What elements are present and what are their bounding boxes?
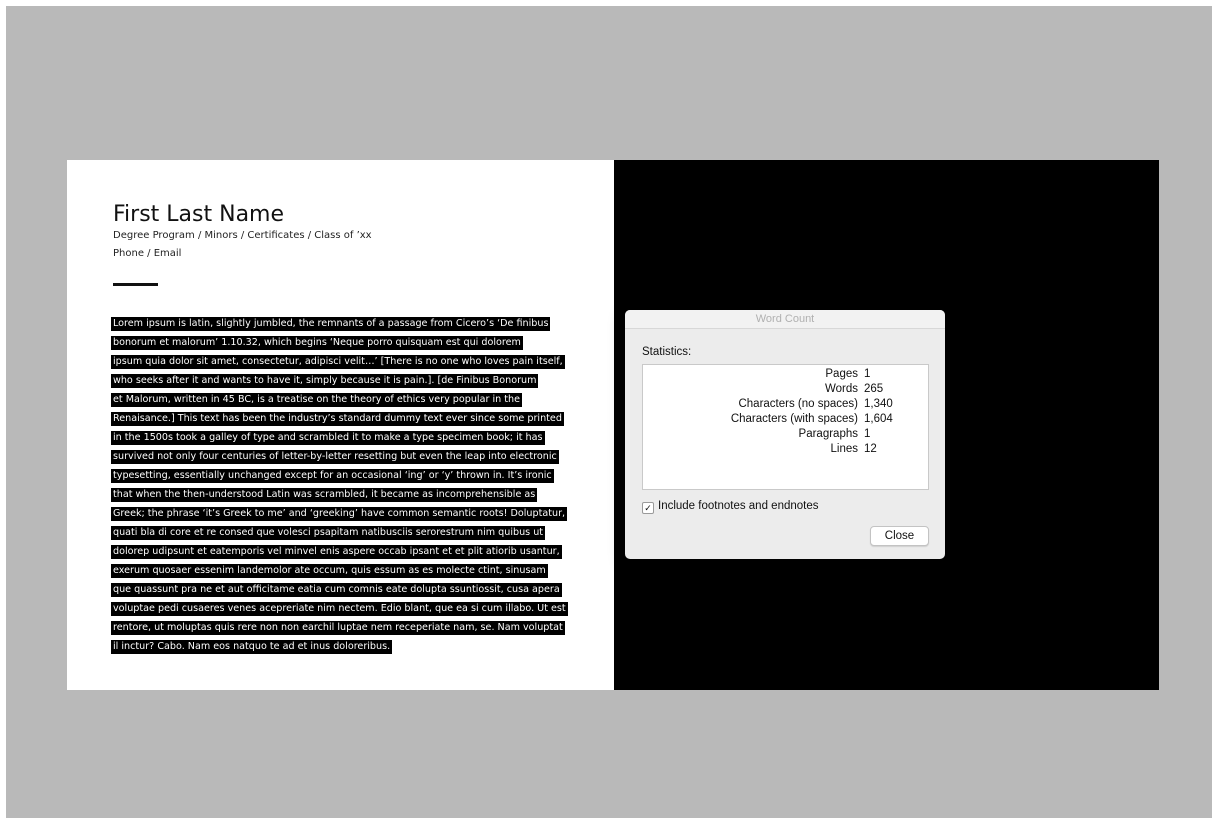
text-line: il inctur? Cabo. Nam eos natquo te ad et…: [111, 640, 393, 654]
text-line: that when the then-understood Latin was …: [111, 488, 538, 502]
text-line: who seeks after it and wants to have it,…: [111, 374, 539, 388]
close-button[interactable]: Close: [870, 526, 929, 546]
stat-value: 12: [864, 443, 877, 455]
stat-row-lines: Lines 12: [643, 443, 928, 458]
resume-name: First Last Name: [113, 202, 285, 227]
text-line: rentore, ut moluptas quis rere non non e…: [111, 621, 565, 635]
stat-label: Pages: [825, 368, 858, 380]
document-page[interactable]: First Last Name Degree Program / Minors …: [67, 160, 614, 690]
text-line: bonorum et malorum’ 1.10.32, which begin…: [111, 336, 523, 350]
selected-body-text[interactable]: Lorem ipsum is latin, slightly jumbled, …: [111, 312, 581, 654]
text-line: Renaisance.] This text has been the indu…: [111, 412, 564, 426]
stat-row-characters-no-spaces: Characters (no spaces) 1,340: [643, 398, 928, 413]
word-count-dialog: Word Count Statistics: Pages 1 Words 265…: [625, 310, 945, 559]
text-line: et Malorum, written in 45 BC, is a treat…: [111, 393, 523, 407]
text-line: typesetting, essentially unchanged excep…: [111, 469, 554, 483]
divider-rule: [113, 283, 158, 286]
text-line: quati bla di core et re consed que voles…: [111, 526, 546, 540]
statistics-label: Statistics:: [642, 346, 692, 358]
text-line: in the 1500s took a galley of type and s…: [111, 431, 545, 445]
text-line: Greek; the phrase ‘it’s Greek to me’ and…: [111, 507, 568, 521]
frame-right-border: [1212, 0, 1217, 825]
text-line: exerum quosaer essenim landemolor ate oc…: [111, 564, 548, 578]
stat-label: Words: [824, 383, 858, 395]
stat-row-pages: Pages 1: [643, 368, 928, 383]
stat-row-paragraphs: Paragraphs 1: [643, 428, 928, 443]
stat-value: 1: [864, 368, 871, 380]
text-line: que quassunt pra ne et aut officitame ea…: [111, 583, 562, 597]
include-footnotes-label[interactable]: Include footnotes and endnotes: [658, 500, 819, 512]
dialog-title: Word Count: [625, 310, 945, 329]
statistics-box: Pages 1 Words 265 Characters (no spaces)…: [642, 364, 929, 490]
resume-contact: Phone / Email: [113, 248, 182, 259]
resume-subtitle: Degree Program / Minors / Certificates /…: [113, 230, 372, 241]
stat-value: 1: [864, 428, 871, 440]
frame-left-border: [0, 0, 6, 825]
stat-value: 1,604: [864, 413, 893, 425]
stat-row-words: Words 265: [643, 383, 928, 398]
stat-row-characters-with-spaces: Characters (with spaces) 1,604: [643, 413, 928, 428]
stat-label: Characters (with spaces): [730, 413, 858, 425]
stat-value: 265: [864, 383, 884, 395]
text-line: dolorep udipsunt et eatemporis vel minve…: [111, 545, 562, 559]
frame-bottom-border: [0, 818, 1217, 825]
text-line: Lorem ipsum is latin, slightly jumbled, …: [111, 317, 551, 331]
stat-label: Characters (no spaces): [738, 398, 858, 410]
frame-top-border: [0, 0, 1217, 6]
text-line: ipsum quia dolor sit amet, consectetur, …: [111, 355, 565, 369]
include-footnotes-checkbox[interactable]: ✓: [642, 502, 654, 514]
stat-label: Lines: [830, 443, 859, 455]
stat-label: Paragraphs: [798, 428, 858, 440]
text-line: voluptae pedi cusaeres venes acepreriate…: [111, 602, 568, 616]
stat-value: 1,340: [864, 398, 893, 410]
text-line: survived not only four centuries of lett…: [111, 450, 559, 464]
